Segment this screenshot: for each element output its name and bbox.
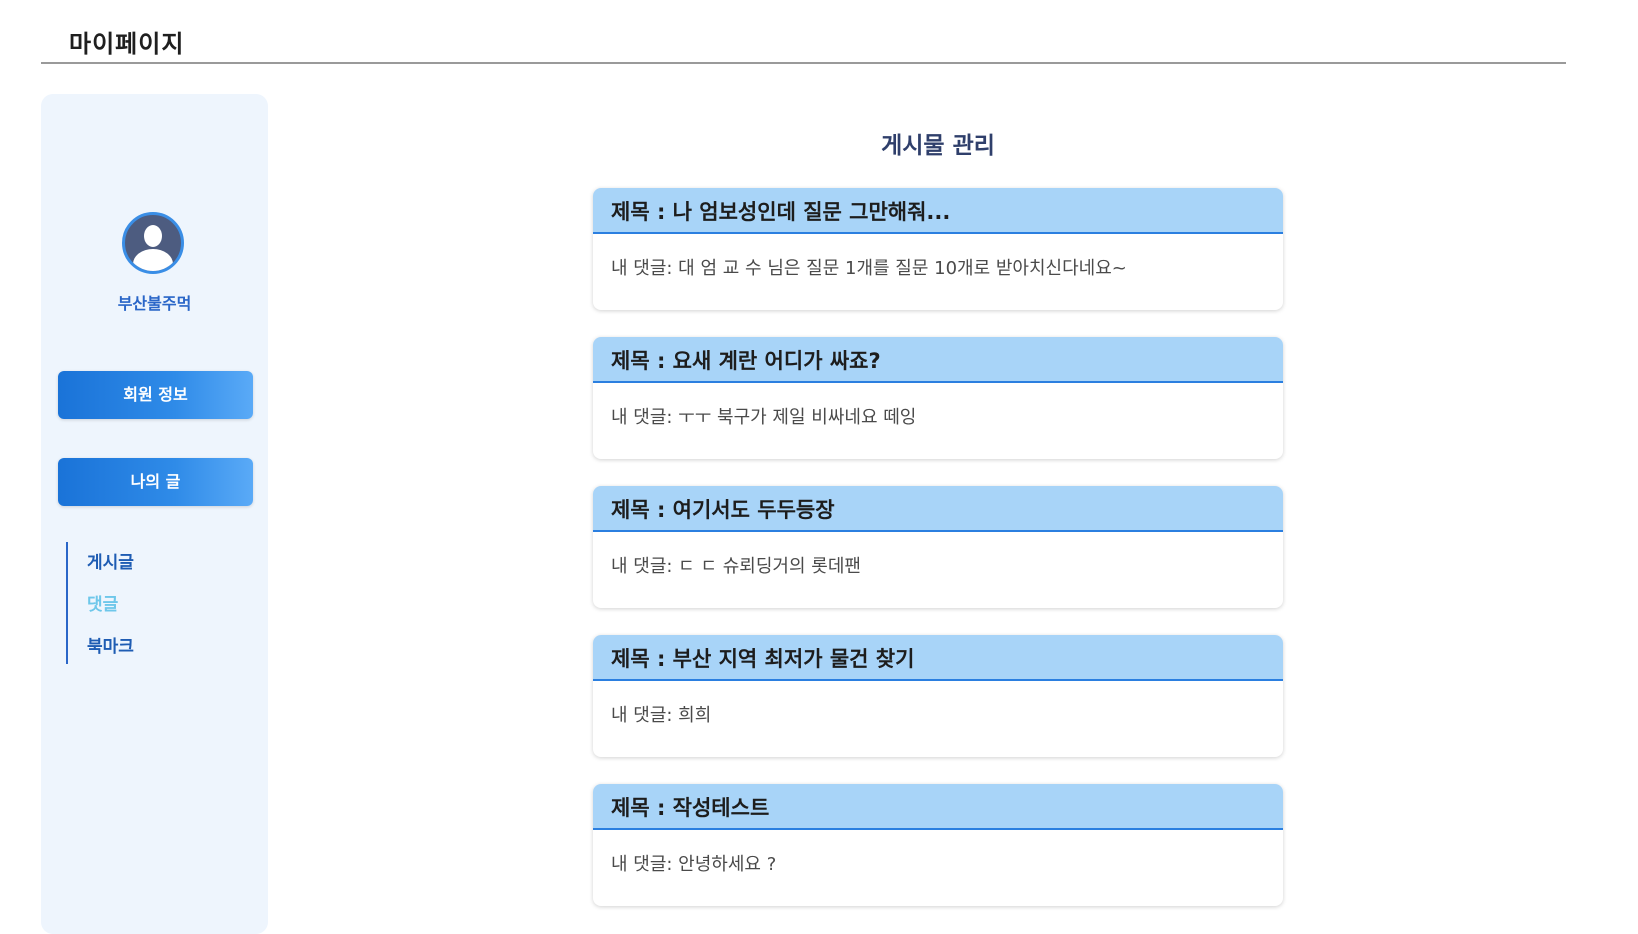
post-title[interactable]: 제목 : 나 엄보성인데 질문 그만해줘... [593, 188, 1283, 234]
post-card[interactable]: 제목 : 여기서도 두두등장 내 댓글: ㄷ ㄷ 슈뢰딩거의 롯데팬 [593, 486, 1283, 608]
post-card[interactable]: 제목 : 작성테스트 내 댓글: 안녕하세요 ? [593, 784, 1283, 906]
post-title[interactable]: 제목 : 부산 지역 최저가 물건 찾기 [593, 635, 1283, 681]
my-posts-sub-nav: 게시글 댓글 북마크 [66, 542, 134, 664]
section-title: 게시물 관리 [881, 133, 995, 159]
sub-nav-item-bookmarks[interactable]: 북마크 [68, 626, 134, 668]
post-card[interactable]: 제목 : 부산 지역 최저가 물건 찾기 내 댓글: 희희 [593, 635, 1283, 757]
username: 부산불주먹 [117, 294, 192, 313]
post-list: 제목 : 나 엄보성인데 질문 그만해줘... 내 댓글: 대 엄 교 수 님은… [593, 188, 1283, 933]
avatar [122, 212, 184, 274]
user-icon [144, 225, 162, 247]
sub-nav-item-posts[interactable]: 게시글 [68, 542, 134, 584]
my-posts-button[interactable]: 나의 글 [58, 458, 253, 506]
post-title[interactable]: 제목 : 요새 계란 어디가 싸죠? [593, 337, 1283, 383]
post-title[interactable]: 제목 : 작성테스트 [593, 784, 1283, 830]
page-title: 마이페이지 [69, 30, 185, 58]
post-comment: 내 댓글: 안녕하세요 ? [611, 854, 777, 875]
sidebar: 부산불주먹 회원 정보 나의 글 게시글 댓글 북마크 [41, 94, 268, 934]
post-comment: 내 댓글: 희희 [611, 705, 712, 726]
post-title[interactable]: 제목 : 여기서도 두두등장 [593, 486, 1283, 532]
post-comment: 내 댓글: 대 엄 교 수 님은 질문 1개를 질문 10개로 받아치신다네요~ [611, 258, 1127, 279]
page-header: 마이페이지 [41, 0, 1566, 64]
post-card[interactable]: 제목 : 나 엄보성인데 질문 그만해줘... 내 댓글: 대 엄 교 수 님은… [593, 188, 1283, 310]
user-icon-body [133, 249, 173, 271]
post-comment: 내 댓글: ㅜㅜ 북구가 제일 비싸네요 떼잉 [611, 407, 917, 428]
member-info-button[interactable]: 회원 정보 [58, 371, 253, 419]
post-card[interactable]: 제목 : 요새 계란 어디가 싸죠? 내 댓글: ㅜㅜ 북구가 제일 비싸네요 … [593, 337, 1283, 459]
post-comment: 내 댓글: ㄷ ㄷ 슈뢰딩거의 롯데팬 [611, 556, 861, 577]
sub-nav-item-comments[interactable]: 댓글 [68, 584, 134, 626]
